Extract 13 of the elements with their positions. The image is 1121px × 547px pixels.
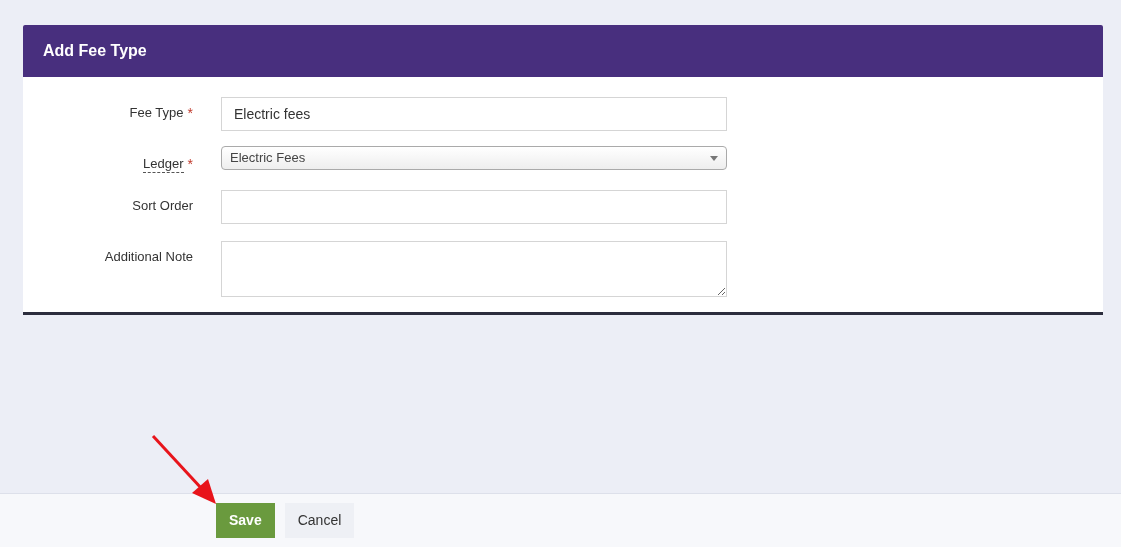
field-label: Ledger xyxy=(143,156,184,173)
input-field[interactable]: Electric fees xyxy=(221,97,727,131)
required-mark: * xyxy=(187,156,193,173)
panel-title: Add Fee Type xyxy=(43,41,147,61)
field-label: Sort Order xyxy=(132,198,193,214)
field-label: Fee Type xyxy=(129,105,184,121)
input-field[interactable] xyxy=(221,190,727,224)
text-area[interactable] xyxy=(221,241,727,297)
cancel-button[interactable]: Cancel xyxy=(284,503,355,538)
dropdown-field[interactable]: Electric Fees xyxy=(221,146,727,170)
caret-icon xyxy=(710,155,718,161)
required-mark: * xyxy=(187,105,193,121)
field-label: Additional Note xyxy=(104,249,193,265)
